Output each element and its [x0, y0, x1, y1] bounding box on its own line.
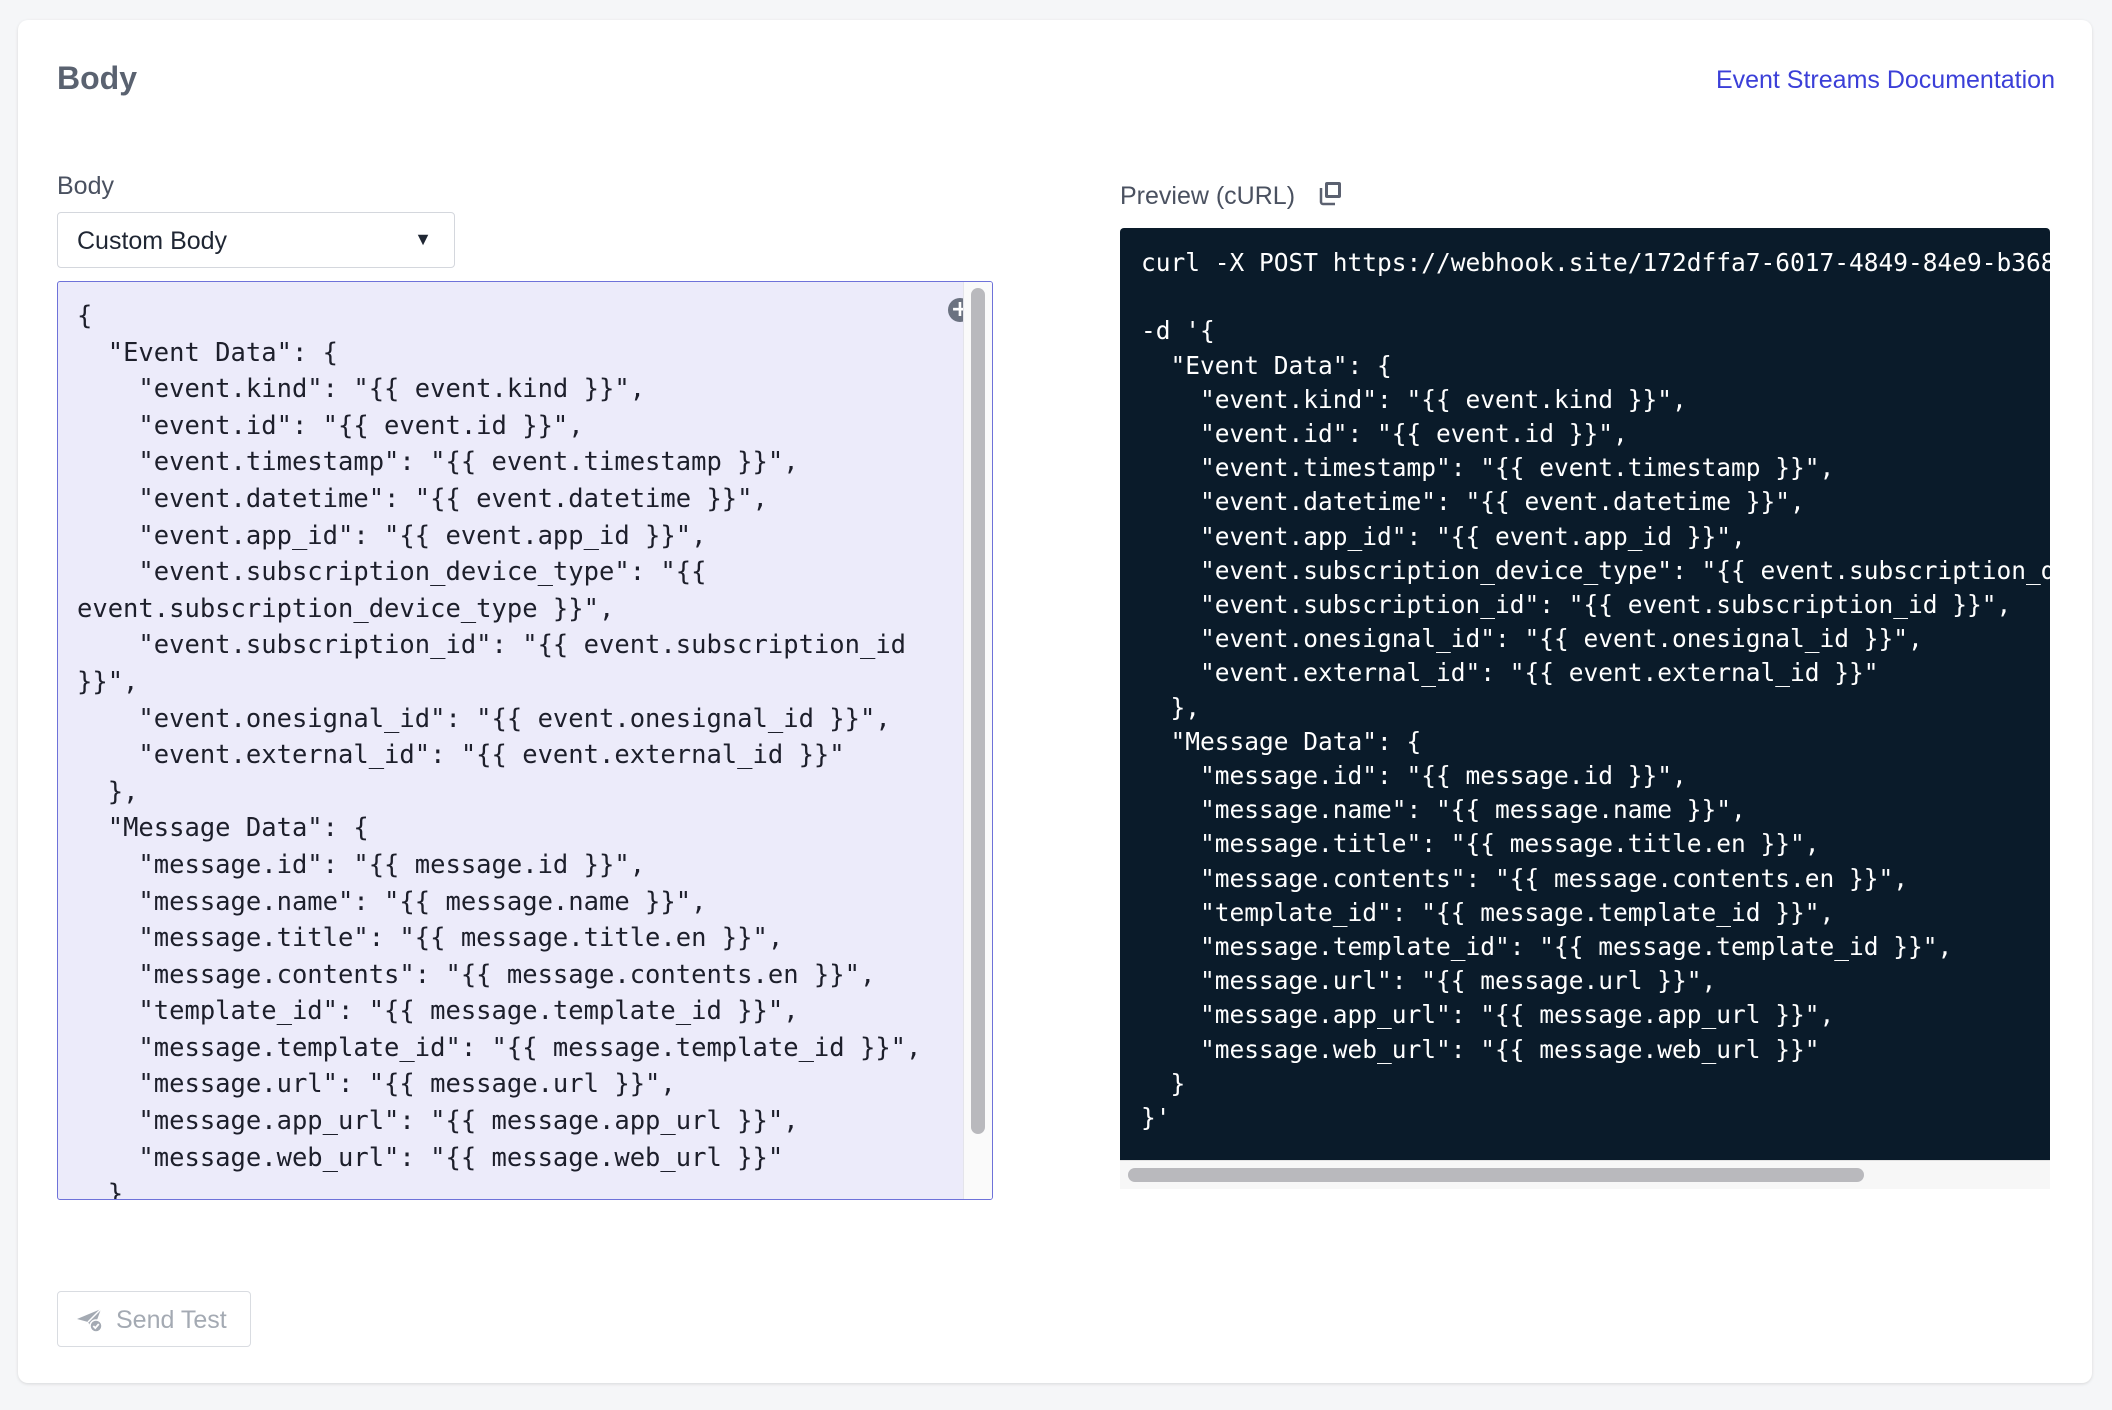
body-type-selected-value: Custom Body: [77, 227, 228, 255]
preview-scrollbar-thumb[interactable]: [1128, 1168, 1864, 1182]
send-test-label: Send Test: [116, 1306, 227, 1334]
editor-scrollbar-thumb[interactable]: [971, 288, 985, 1134]
body-code-text[interactable]: { "Event Data": { "event.kind": "{{ even…: [77, 298, 937, 1199]
preview-label: Preview (cURL): [1120, 182, 1296, 210]
caret-down-icon: ▼: [414, 229, 432, 249]
body-code-editor[interactable]: { "Event Data": { "event.kind": "{{ even…: [57, 281, 993, 1200]
body-type-select[interactable]: Custom Body ▼: [57, 212, 455, 268]
preview-horizontal-scrollbar[interactable]: [1120, 1160, 2050, 1189]
section-title: Body: [57, 60, 137, 96]
curl-preview-panel: curl -X POST https://webhook.site/172dff…: [1120, 228, 2050, 1188]
send-test-button[interactable]: Send Test: [57, 1291, 251, 1347]
copy-icon[interactable]: [1316, 179, 1344, 207]
body-field-label: Body: [57, 172, 114, 200]
event-streams-documentation-link[interactable]: Event Streams Documentation: [1716, 66, 2055, 95]
editor-scrollbar[interactable]: [963, 282, 992, 1199]
paper-plane-icon: [77, 1308, 103, 1333]
curl-preview-code: curl -X POST https://webhook.site/172dff…: [1141, 248, 2050, 1133]
